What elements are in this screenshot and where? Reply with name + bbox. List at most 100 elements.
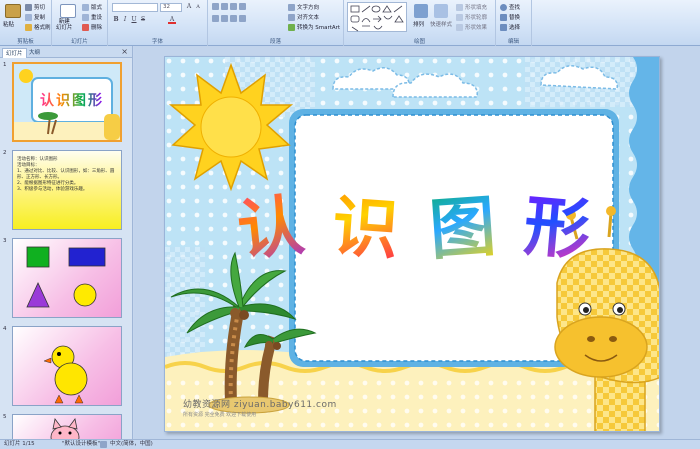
slides-group-label: 幻灯片 (71, 39, 88, 45)
thumbnail-frame[interactable] (12, 238, 122, 318)
grow-font-button[interactable]: A (185, 3, 193, 11)
title-char: 认 (232, 172, 308, 270)
align-text-button[interactable]: 对齐文本 (288, 13, 319, 21)
slide-number: 2 (3, 150, 7, 156)
slide-thumbnail-2[interactable]: 2 活动名称：认识图形 活动目标： 1、通过对比、比较、认识图形，如：三角形、圆… (0, 150, 132, 232)
slide-thumbnail-3[interactable]: 3 (0, 238, 132, 320)
slide-number: 4 (3, 326, 7, 332)
smartart-button[interactable]: 转换为 SmartArt (288, 23, 340, 31)
fill-icon (456, 3, 463, 11)
title-char: 识 (330, 173, 402, 269)
copy-label: 复制 (34, 15, 46, 21)
slide-2-line: 3、积极参与活动，体验游戏乐趣。 (17, 187, 88, 192)
reset-label: 重设 (91, 15, 103, 21)
tab-outline[interactable]: 大纲 (26, 48, 43, 58)
delete-icon (82, 23, 89, 31)
slide-thumbnail-4[interactable]: 4 (0, 326, 132, 408)
arrange-button[interactable]: 排列 (413, 20, 424, 28)
text-direction-label: 文字方向 (297, 5, 320, 11)
shape-effects-label: 形状效果 (465, 25, 488, 31)
slide-thumbnail-1[interactable]: 1 认识图形 (0, 62, 132, 144)
delete-button[interactable]: 删除 (82, 23, 102, 31)
shape-outline-button[interactable]: 形状轮廓 (456, 13, 487, 21)
align-buttons[interactable] (212, 15, 246, 22)
strikethrough-button[interactable]: S (139, 16, 147, 24)
arrange-icon[interactable] (414, 4, 428, 18)
layout-button[interactable]: 版式 (82, 3, 102, 11)
panel-tabs: 幻灯片 大纲 × (0, 46, 132, 58)
shape-fill-button[interactable]: 形状填充 (456, 3, 487, 11)
tab-slides[interactable]: 幻灯片 (2, 48, 27, 58)
thumbnail-frame[interactable]: 活动名称：认识图形 活动目标： 1、通过对比、比较、认识图形，如：三角形、圆形、… (12, 150, 122, 230)
drawing-group: 排列 快速样式 形状填充 形状轮廓 形状效果 绘图 (344, 0, 496, 46)
underline-button[interactable]: U (130, 16, 138, 24)
thumbnail-frame[interactable] (12, 414, 122, 439)
language-indicator[interactable]: 中文(简体，中国) (110, 440, 153, 449)
numbering-icon (221, 3, 228, 10)
outdent-icon (239, 3, 246, 10)
paragraph-group-label: 段落 (269, 39, 281, 45)
paste-icon[interactable] (5, 4, 21, 18)
slide-title[interactable]: 认 识 图 形 (199, 172, 629, 270)
cut-button[interactable]: 剪切 (25, 3, 45, 11)
chick-icon (43, 345, 88, 404)
font-name-combo[interactable] (112, 3, 158, 12)
new-slide-icon[interactable] (60, 4, 76, 18)
current-slide[interactable]: 认 识 图 形 幼教资源网 ziyuan.baby611.com 所有资源 完全… (164, 56, 660, 432)
thumbnail-frame[interactable]: 认识图形 (12, 62, 122, 142)
indent-icon (230, 3, 237, 10)
theme-name: "默认设计模板" (62, 441, 101, 447)
format-painter-button[interactable]: 格式刷 (25, 23, 51, 31)
slide-3-shapes (26, 246, 106, 308)
text-direction-icon (288, 3, 295, 11)
bullets-icon (212, 3, 219, 10)
new-slide-button[interactable]: 新建 幻灯片 (56, 19, 73, 31)
slide-1-title: 认识图形 (40, 90, 104, 110)
clipboard-group: 粘贴 剪切 复制 格式刷 剪贴板 (0, 0, 52, 46)
effects-icon (456, 23, 463, 31)
find-button[interactable]: 查找 (500, 3, 520, 11)
slide-number: 3 (3, 238, 7, 244)
shrink-font-button[interactable]: A (194, 3, 202, 11)
slide-number: 5 (3, 414, 7, 420)
slide-editor-canvas: 认 识 图 形 幼教资源网 ziyuan.baby611.com 所有资源 完全… (134, 46, 700, 439)
shape-effects-button[interactable]: 形状效果 (456, 23, 487, 31)
slides-group: 新建 幻灯片 版式 重设 删除 幻灯片 (52, 0, 108, 46)
italic-button[interactable]: I (121, 16, 129, 24)
smartart-label: 转换为 SmartArt (297, 25, 341, 31)
pig-icon (50, 418, 80, 439)
slide-thumbnail-5[interactable]: 5 (0, 414, 132, 439)
text-direction-button[interactable]: 文字方向 (288, 3, 319, 11)
clipboard-group-label: 剪贴板 (17, 39, 34, 45)
font-color-button[interactable]: A (168, 16, 176, 24)
quick-styles-icon[interactable] (434, 4, 448, 18)
reset-button[interactable]: 重设 (82, 13, 102, 21)
status-bar: 幻灯片 1/15 "默认设计模板" 中文(简体，中国) (0, 439, 700, 449)
quick-styles-button[interactable]: 快速样式 (430, 20, 452, 28)
bold-button[interactable]: B (112, 16, 120, 24)
find-icon (500, 3, 507, 11)
replace-icon (500, 13, 507, 21)
close-icon[interactable]: × (121, 47, 128, 56)
outline-icon (456, 13, 463, 21)
delete-label: 删除 (91, 25, 103, 31)
bullets-button[interactable] (212, 3, 246, 10)
font-size-combo[interactable]: 32 (160, 3, 182, 12)
replace-button[interactable]: 替换 (500, 13, 520, 21)
find-label: 查找 (509, 5, 521, 11)
shape-fill-label: 形状填充 (465, 5, 488, 11)
brush-icon (25, 23, 32, 31)
reset-icon (82, 13, 89, 21)
copy-button[interactable]: 复制 (25, 13, 45, 21)
title-char: 形 (521, 172, 595, 269)
thumbnail-frame[interactable] (12, 326, 122, 406)
watermark-subtext: 所有资源 完全免费 欢迎下载使用 (183, 412, 257, 418)
spellcheck-icon[interactable] (100, 441, 107, 448)
watermark: 幼教资源网 ziyuan.baby611.com 所有资源 完全免费 欢迎下载使… (183, 397, 337, 418)
paste-button[interactable]: 粘贴 (3, 20, 14, 28)
shapes-gallery-icons (350, 5, 404, 32)
font-group: 32 A A B I U S A 字体 (108, 0, 208, 46)
shapes-gallery[interactable] (347, 2, 407, 32)
paragraph-group: 文字方向 对齐文本 转换为 SmartArt 段落 (208, 0, 344, 46)
select-button[interactable]: 选择 (500, 23, 520, 31)
